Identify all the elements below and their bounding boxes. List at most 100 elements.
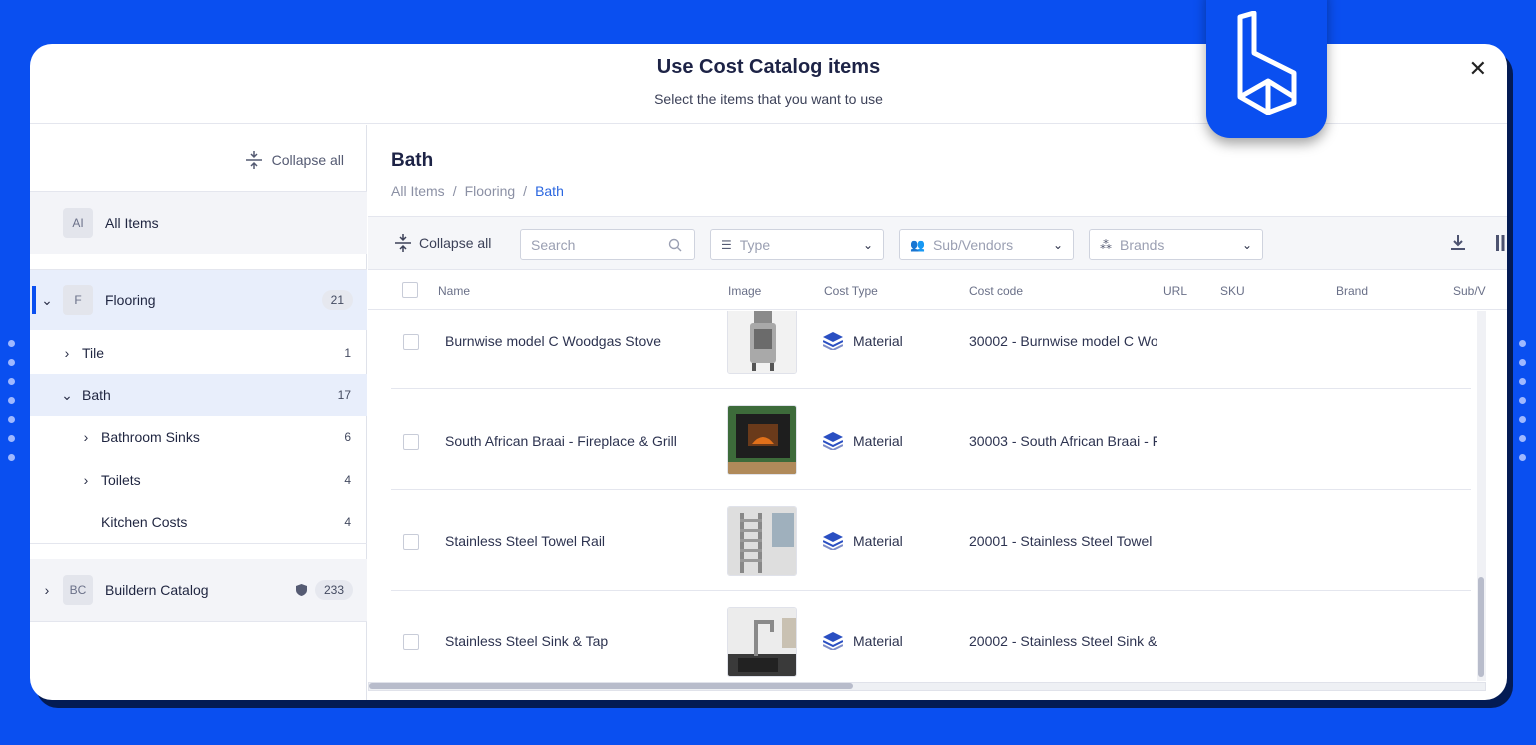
item-count: 1 <box>344 346 351 360</box>
column-header-sub-vendors[interactable]: Sub/V <box>1453 284 1486 298</box>
collapse-icon <box>245 151 262 169</box>
column-header-cost-code[interactable]: Cost code <box>969 284 1023 298</box>
sidebar-item-label: All Items <box>105 215 159 231</box>
column-header-name[interactable]: Name <box>438 284 470 298</box>
catalog-main-panel: Bath All Items / Flooring / Bath Collaps… <box>368 125 1507 700</box>
page-title: Bath <box>391 150 434 171</box>
cost-code: 30003 - South African Braai - Fireplace … <box>969 433 1157 449</box>
sidebar-item-label: Toilets <box>101 472 141 488</box>
toolbar-collapse-all-button[interactable]: Collapse all <box>395 234 491 252</box>
collapse-all-label: Collapse all <box>271 152 344 168</box>
item-count: 6 <box>344 430 351 444</box>
divider <box>30 621 367 622</box>
vendors-filter-select[interactable]: 👥 Sub/Vendors ⌄ <box>899 229 1074 260</box>
cost-type-cell: Material <box>823 632 903 650</box>
divider <box>30 543 367 544</box>
decorative-dots-left <box>8 340 15 461</box>
breadcrumb-separator: / <box>523 183 528 199</box>
item-count: 17 <box>337 388 351 402</box>
type-filter-select[interactable]: ☰ Type ⌄ <box>710 229 884 260</box>
cost-code: 20002 - Stainless Steel Sink & Tap <box>969 633 1157 649</box>
brands-filter-label: Brands <box>1120 236 1165 253</box>
sidebar-item-tile[interactable]: › Tile 1 <box>30 332 367 374</box>
sidebar-item-kitchen-costs[interactable]: Kitchen Costs 4 <box>30 501 367 543</box>
cost-type-cell: Material <box>823 432 903 450</box>
users-icon: 👥 <box>910 237 925 252</box>
item-name: South African Braai - Fireplace & Grill <box>445 433 677 449</box>
search-placeholder: Search <box>531 236 576 253</box>
table-row[interactable]: Stainless Steel Sink & Tap Material 2000… <box>391 592 1471 681</box>
item-name: Burnwise model C Woodgas Stove <box>445 333 662 349</box>
breadcrumb-flooring[interactable]: Flooring <box>465 183 516 199</box>
columns-icon[interactable] <box>1496 234 1507 252</box>
selected-indicator <box>32 286 36 314</box>
layers-icon <box>823 632 843 650</box>
collapse-all-label: Collapse all <box>419 235 492 251</box>
chevron-right-icon[interactable]: › <box>79 472 93 488</box>
sidebar-item-bath[interactable]: ⌄ Bath 17 <box>30 374 367 416</box>
column-header-image[interactable]: Image <box>728 284 761 298</box>
count-badge: 21 <box>321 290 353 310</box>
sidebar-item-buildern-catalog[interactable]: › BC Buildern Catalog 233 <box>30 559 367 621</box>
item-count: 4 <box>344 515 351 529</box>
sidebar-item-all-items[interactable]: AI All Items <box>30 192 367 254</box>
chevron-right-icon[interactable]: › <box>40 582 54 598</box>
sidebar-item-flooring[interactable]: ⌄ F Flooring 21 <box>30 270 367 330</box>
cost-catalog-modal: Use Cost Catalog items Select the items … <box>30 44 1507 700</box>
filter-icon: ☰ <box>721 237 732 252</box>
layers-icon <box>823 432 843 450</box>
layers-icon <box>823 332 843 350</box>
column-header-url[interactable]: URL <box>1163 284 1187 298</box>
chevron-down-icon[interactable]: ⌄ <box>60 387 74 404</box>
avatar: BC <box>63 575 93 605</box>
item-count: 4 <box>344 473 351 487</box>
breadcrumb-all-items[interactable]: All Items <box>391 183 445 199</box>
row-checkbox[interactable] <box>403 434 419 450</box>
item-name: Stainless Steel Towel Rail <box>445 533 606 549</box>
row-checkbox[interactable] <box>403 534 419 550</box>
avatar: F <box>63 285 93 315</box>
brands-filter-select[interactable]: ⁂ Brands ⌄ <box>1089 229 1263 260</box>
chevron-down-icon[interactable]: ⌄ <box>40 292 54 309</box>
table-row[interactable]: South African Braai - Fireplace & Grill … <box>391 390 1471 490</box>
item-image-braai <box>727 405 797 475</box>
column-header-brand[interactable]: Brand <box>1336 284 1368 298</box>
type-filter-label: Type <box>739 236 771 253</box>
item-image-stove <box>727 311 797 374</box>
vertical-scrollbar-thumb[interactable] <box>1478 577 1484 677</box>
sidebar-item-bathroom-sinks[interactable]: › Bathroom Sinks 6 <box>30 416 367 458</box>
brands-icon: ⁂ <box>1100 237 1112 252</box>
sidebar-item-label: Kitchen Costs <box>101 514 188 530</box>
table-header: Name Image Cost Type Cost code URL SKU B… <box>368 271 1507 310</box>
chevron-down-icon: ⌄ <box>1052 237 1063 252</box>
table-row[interactable]: Burnwise model C Woodgas Stove Material … <box>391 311 1471 389</box>
chevron-right-icon[interactable]: › <box>79 429 93 445</box>
item-name: Stainless Steel Sink & Tap <box>445 633 609 649</box>
column-header-cost-type[interactable]: Cost Type <box>824 284 878 298</box>
catalog-table-body: Burnwise model C Woodgas Stove Material … <box>368 311 1486 681</box>
item-image-sink-tap <box>727 607 797 677</box>
row-checkbox[interactable] <box>403 334 419 350</box>
sidebar-item-label: Buildern Catalog <box>105 582 209 598</box>
close-icon[interactable]: ✕ <box>1469 56 1487 82</box>
select-all-checkbox[interactable] <box>402 282 418 298</box>
search-input[interactable]: Search <box>520 229 695 260</box>
chevron-down-icon: ⌄ <box>862 237 873 252</box>
search-icon <box>668 238 682 251</box>
column-header-sku[interactable]: SKU <box>1220 284 1245 298</box>
item-image-towel-rail <box>727 506 797 576</box>
table-row[interactable]: Stainless Steel Towel Rail Material 2000… <box>391 491 1471 591</box>
download-icon[interactable] <box>1449 234 1467 252</box>
horizontal-scrollbar-thumb[interactable] <box>369 683 853 689</box>
row-checkbox[interactable] <box>403 634 419 650</box>
breadcrumb-bath[interactable]: Bath <box>535 183 564 199</box>
sidebar-collapse-all-button[interactable]: Collapse all <box>245 151 344 169</box>
buildern-logo-icon <box>1237 11 1296 115</box>
cost-type-cell: Material <box>823 332 903 350</box>
cost-type-label: Material <box>853 633 903 649</box>
cost-type-cell: Material <box>823 532 903 550</box>
chevron-right-icon[interactable]: › <box>60 345 74 361</box>
cost-type-label: Material <box>853 333 903 349</box>
sidebar-item-toilets[interactable]: › Toilets 4 <box>30 459 367 501</box>
breadcrumb-separator: / <box>452 183 457 199</box>
